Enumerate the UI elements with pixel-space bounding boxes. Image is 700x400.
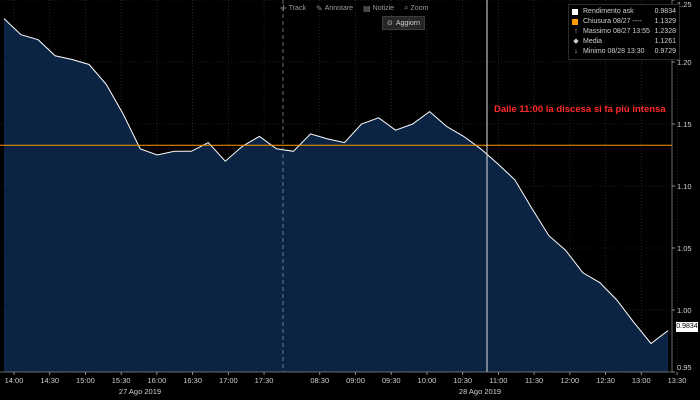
x-tick-label: 14:00: [5, 376, 24, 385]
y-tick-label: 1.15: [677, 120, 692, 129]
x-tick-label: 13:30: [668, 376, 687, 385]
x-tick-label: 17:00: [219, 376, 238, 385]
x-date-label: 27 Ago 2019: [119, 387, 161, 396]
x-tick-label: 11:00: [489, 376, 507, 385]
x-tick-label: 11:30: [525, 376, 543, 385]
x-tick-label: 09:30: [382, 376, 401, 385]
x-tick-label: 16:00: [147, 376, 166, 385]
zoom-button[interactable]: ⌕ Zoom: [404, 3, 428, 13]
diamond-icon: ◆: [573, 38, 579, 45]
x-tick-label: 13:00: [632, 376, 651, 385]
news-button[interactable]: ▤ Notizie: [363, 4, 394, 13]
white-square-icon: [572, 9, 578, 15]
down-tick-icon: ↓: [574, 48, 578, 55]
y-tick-label: 1.00: [677, 306, 692, 315]
x-tick-label: 15:30: [112, 376, 131, 385]
x-date-label: 28 Ago 2019: [459, 387, 501, 396]
x-axis: 14:00 14:30 15:00 15:30 16:00 16:30 17:00 17:30…: [0, 371, 687, 396]
x-tick-label: 17:30: [255, 376, 274, 385]
track-button[interactable]: ✛ Track: [280, 4, 306, 13]
x-tick-label: 14:30: [40, 376, 59, 385]
pencil-icon: ✎: [315, 3, 323, 13]
zoom-icon: ⌕: [404, 3, 409, 12]
legend-row-massimo[interactable]: ↑ Massimo 08/27 13:55 1.2328: [572, 27, 676, 37]
up-tick-icon: ↑: [574, 28, 578, 35]
refresh-button[interactable]: ⊙ Aggiorn: [382, 16, 426, 30]
current-value-label: 0.9834: [676, 322, 698, 332]
x-tick-label: 12:30: [596, 376, 615, 385]
crosshair-icon: ✛: [280, 3, 287, 13]
chart-annotation[interactable]: Dalle 11:00 la discesa si fa più intensa: [494, 104, 666, 115]
x-tick-label: 10:00: [418, 376, 437, 385]
x-tick-label: 08:30: [310, 376, 329, 385]
chart-toolbar: ✛ Track ✎ Annotare ▤ Notizie ⌕ Zoom: [280, 2, 428, 14]
y-tick-label: 0.95: [677, 363, 692, 372]
x-tick-label: 15:00: [76, 376, 95, 385]
x-tick-label: 16:30: [183, 376, 202, 385]
chart-legend: Rendimento ask 0.9834 Chiusura 08/27 ---…: [568, 4, 680, 60]
x-tick-label: 10:30: [453, 376, 472, 385]
orange-square-icon: [572, 19, 578, 25]
y-tick-label: 1.05: [677, 244, 692, 253]
price-chart[interactable]: 1.251.201.151.101.051.000.95 14:00 14:30 1…: [0, 0, 700, 400]
legend-row-minimo[interactable]: ↓ Minimo 08/28 13:30 0.9729: [572, 47, 676, 57]
x-tick-label: 12:00: [560, 376, 579, 385]
legend-row-chiusura[interactable]: Chiusura 08/27 ---- 1.1329: [572, 17, 676, 27]
y-tick-label: 1.10: [677, 182, 692, 191]
x-tick-label: 09:00: [346, 376, 365, 385]
legend-row-media[interactable]: ◆ Media 1.1261: [572, 37, 676, 47]
news-icon: ▤: [363, 3, 371, 13]
refresh-icon: ⊙: [387, 20, 393, 27]
yield-area-fill: [4, 18, 668, 372]
legend-row-rendimento[interactable]: Rendimento ask 0.9834: [572, 7, 676, 17]
annotate-button[interactable]: ✎ Annotare: [316, 4, 353, 13]
